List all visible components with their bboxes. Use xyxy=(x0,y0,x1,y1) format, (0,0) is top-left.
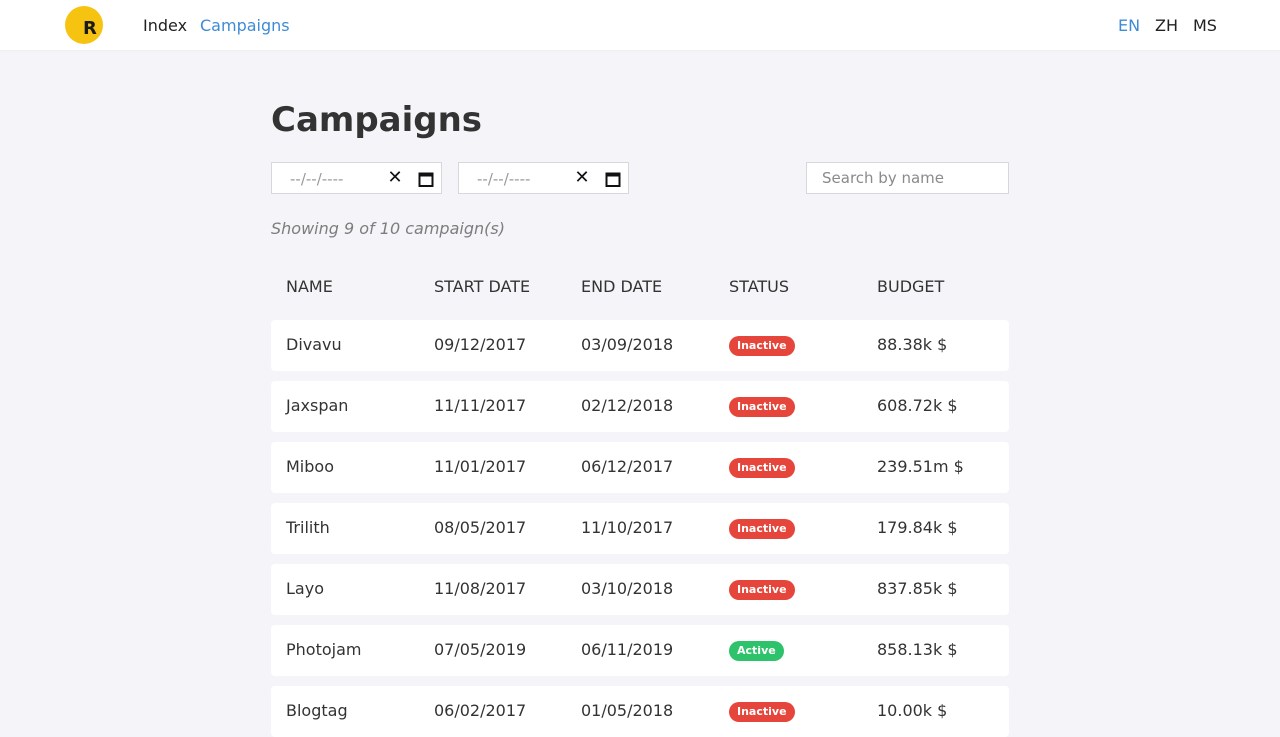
status-badge: Inactive xyxy=(729,458,795,478)
table-row[interactable]: Miboo 11/01/2017 06/12/2017 Inactive 239.51m… xyxy=(271,442,1009,493)
column-header-end-date[interactable]: END DATE xyxy=(581,276,662,298)
column-header-name[interactable]: NAME xyxy=(286,276,333,298)
budget: 10.00k $ xyxy=(877,701,948,720)
language-en[interactable]: EN xyxy=(1118,15,1140,37)
logo[interactable]: R xyxy=(65,6,103,44)
table-row[interactable]: Divavu 09/12/2017 03/09/2018 Inactive 88.38k… xyxy=(271,320,1009,371)
budget: 837.85k $ xyxy=(877,579,958,598)
column-header-status[interactable]: STATUS xyxy=(729,276,789,298)
calendar-icon[interactable] xyxy=(418,171,434,187)
campaign-name: Layo xyxy=(286,579,324,598)
end-date: 01/05/2018 xyxy=(581,701,674,720)
close-icon[interactable]: ✕ xyxy=(386,169,404,187)
end-date: 03/10/2018 xyxy=(581,579,674,598)
budget: 239.51m $ xyxy=(877,457,964,476)
start-date: 06/02/2017 xyxy=(434,701,527,720)
logo-letter: R xyxy=(83,18,97,39)
budget: 88.38k $ xyxy=(877,335,948,354)
table-header: NAME START DATE END DATE STATUS BUDGET xyxy=(271,276,1009,298)
table-row[interactable]: Blogtag 06/02/2017 01/05/2018 Inactive 10.00… xyxy=(271,686,1009,737)
campaign-name: Photojam xyxy=(286,640,362,659)
page-title: Campaigns xyxy=(271,100,483,140)
table-row[interactable]: Jaxspan 11/11/2017 02/12/2018 Inactive 608.7… xyxy=(271,381,1009,432)
campaign-name: Jaxspan xyxy=(286,396,349,415)
language-ms[interactable]: MS xyxy=(1193,15,1217,37)
start-date-placeholder: --/--/---- xyxy=(290,170,344,188)
end-date-placeholder: --/--/---- xyxy=(477,170,531,188)
end-date-input[interactable]: --/--/---- ✕ xyxy=(458,162,629,194)
top-navbar: R Index Campaigns EN ZH MS xyxy=(0,0,1280,50)
close-icon[interactable]: ✕ xyxy=(573,169,591,187)
end-date: 06/12/2017 xyxy=(581,457,674,476)
column-header-budget[interactable]: BUDGET xyxy=(877,276,944,298)
campaign-name: Blogtag xyxy=(286,701,348,720)
results-count: Showing 9 of 10 campaign(s) xyxy=(271,219,505,238)
search-input[interactable] xyxy=(806,162,1009,194)
start-date: 11/08/2017 xyxy=(434,579,527,598)
end-date: 02/12/2018 xyxy=(581,396,674,415)
table-row[interactable]: Photojam 07/05/2019 06/11/2019 Active 858.13… xyxy=(271,625,1009,676)
end-date: 06/11/2019 xyxy=(581,640,674,659)
campaign-name: Miboo xyxy=(286,457,334,476)
status-badge: Inactive xyxy=(729,580,795,600)
column-header-start-date[interactable]: START DATE xyxy=(434,276,530,298)
budget: 179.84k $ xyxy=(877,518,958,537)
table-row[interactable]: Layo 11/08/2017 03/10/2018 Inactive 837.85k … xyxy=(271,564,1009,615)
start-date: 09/12/2017 xyxy=(434,335,527,354)
nav-link-campaigns[interactable]: Campaigns xyxy=(200,15,290,37)
calendar-icon[interactable] xyxy=(605,171,621,187)
status-badge: Inactive xyxy=(729,336,795,356)
table-row[interactable]: Trilith 08/05/2017 11/10/2017 Inactive 179.8… xyxy=(271,503,1009,554)
campaign-name: Trilith xyxy=(286,518,330,537)
language-zh[interactable]: ZH xyxy=(1155,15,1178,37)
end-date: 11/10/2017 xyxy=(581,518,674,537)
start-date: 11/01/2017 xyxy=(434,457,527,476)
campaign-name: Divavu xyxy=(286,335,342,354)
start-date: 08/05/2017 xyxy=(434,518,527,537)
start-date: 11/11/2017 xyxy=(434,396,527,415)
budget: 608.72k $ xyxy=(877,396,958,415)
start-date: 07/05/2019 xyxy=(434,640,527,659)
nav-link-index[interactable]: Index xyxy=(143,15,187,37)
end-date: 03/09/2018 xyxy=(581,335,674,354)
start-date-input[interactable]: --/--/---- ✕ xyxy=(271,162,442,194)
status-badge: Inactive xyxy=(729,702,795,722)
status-badge: Active xyxy=(729,641,784,661)
budget: 858.13k $ xyxy=(877,640,958,659)
status-badge: Inactive xyxy=(729,519,795,539)
status-badge: Inactive xyxy=(729,397,795,417)
